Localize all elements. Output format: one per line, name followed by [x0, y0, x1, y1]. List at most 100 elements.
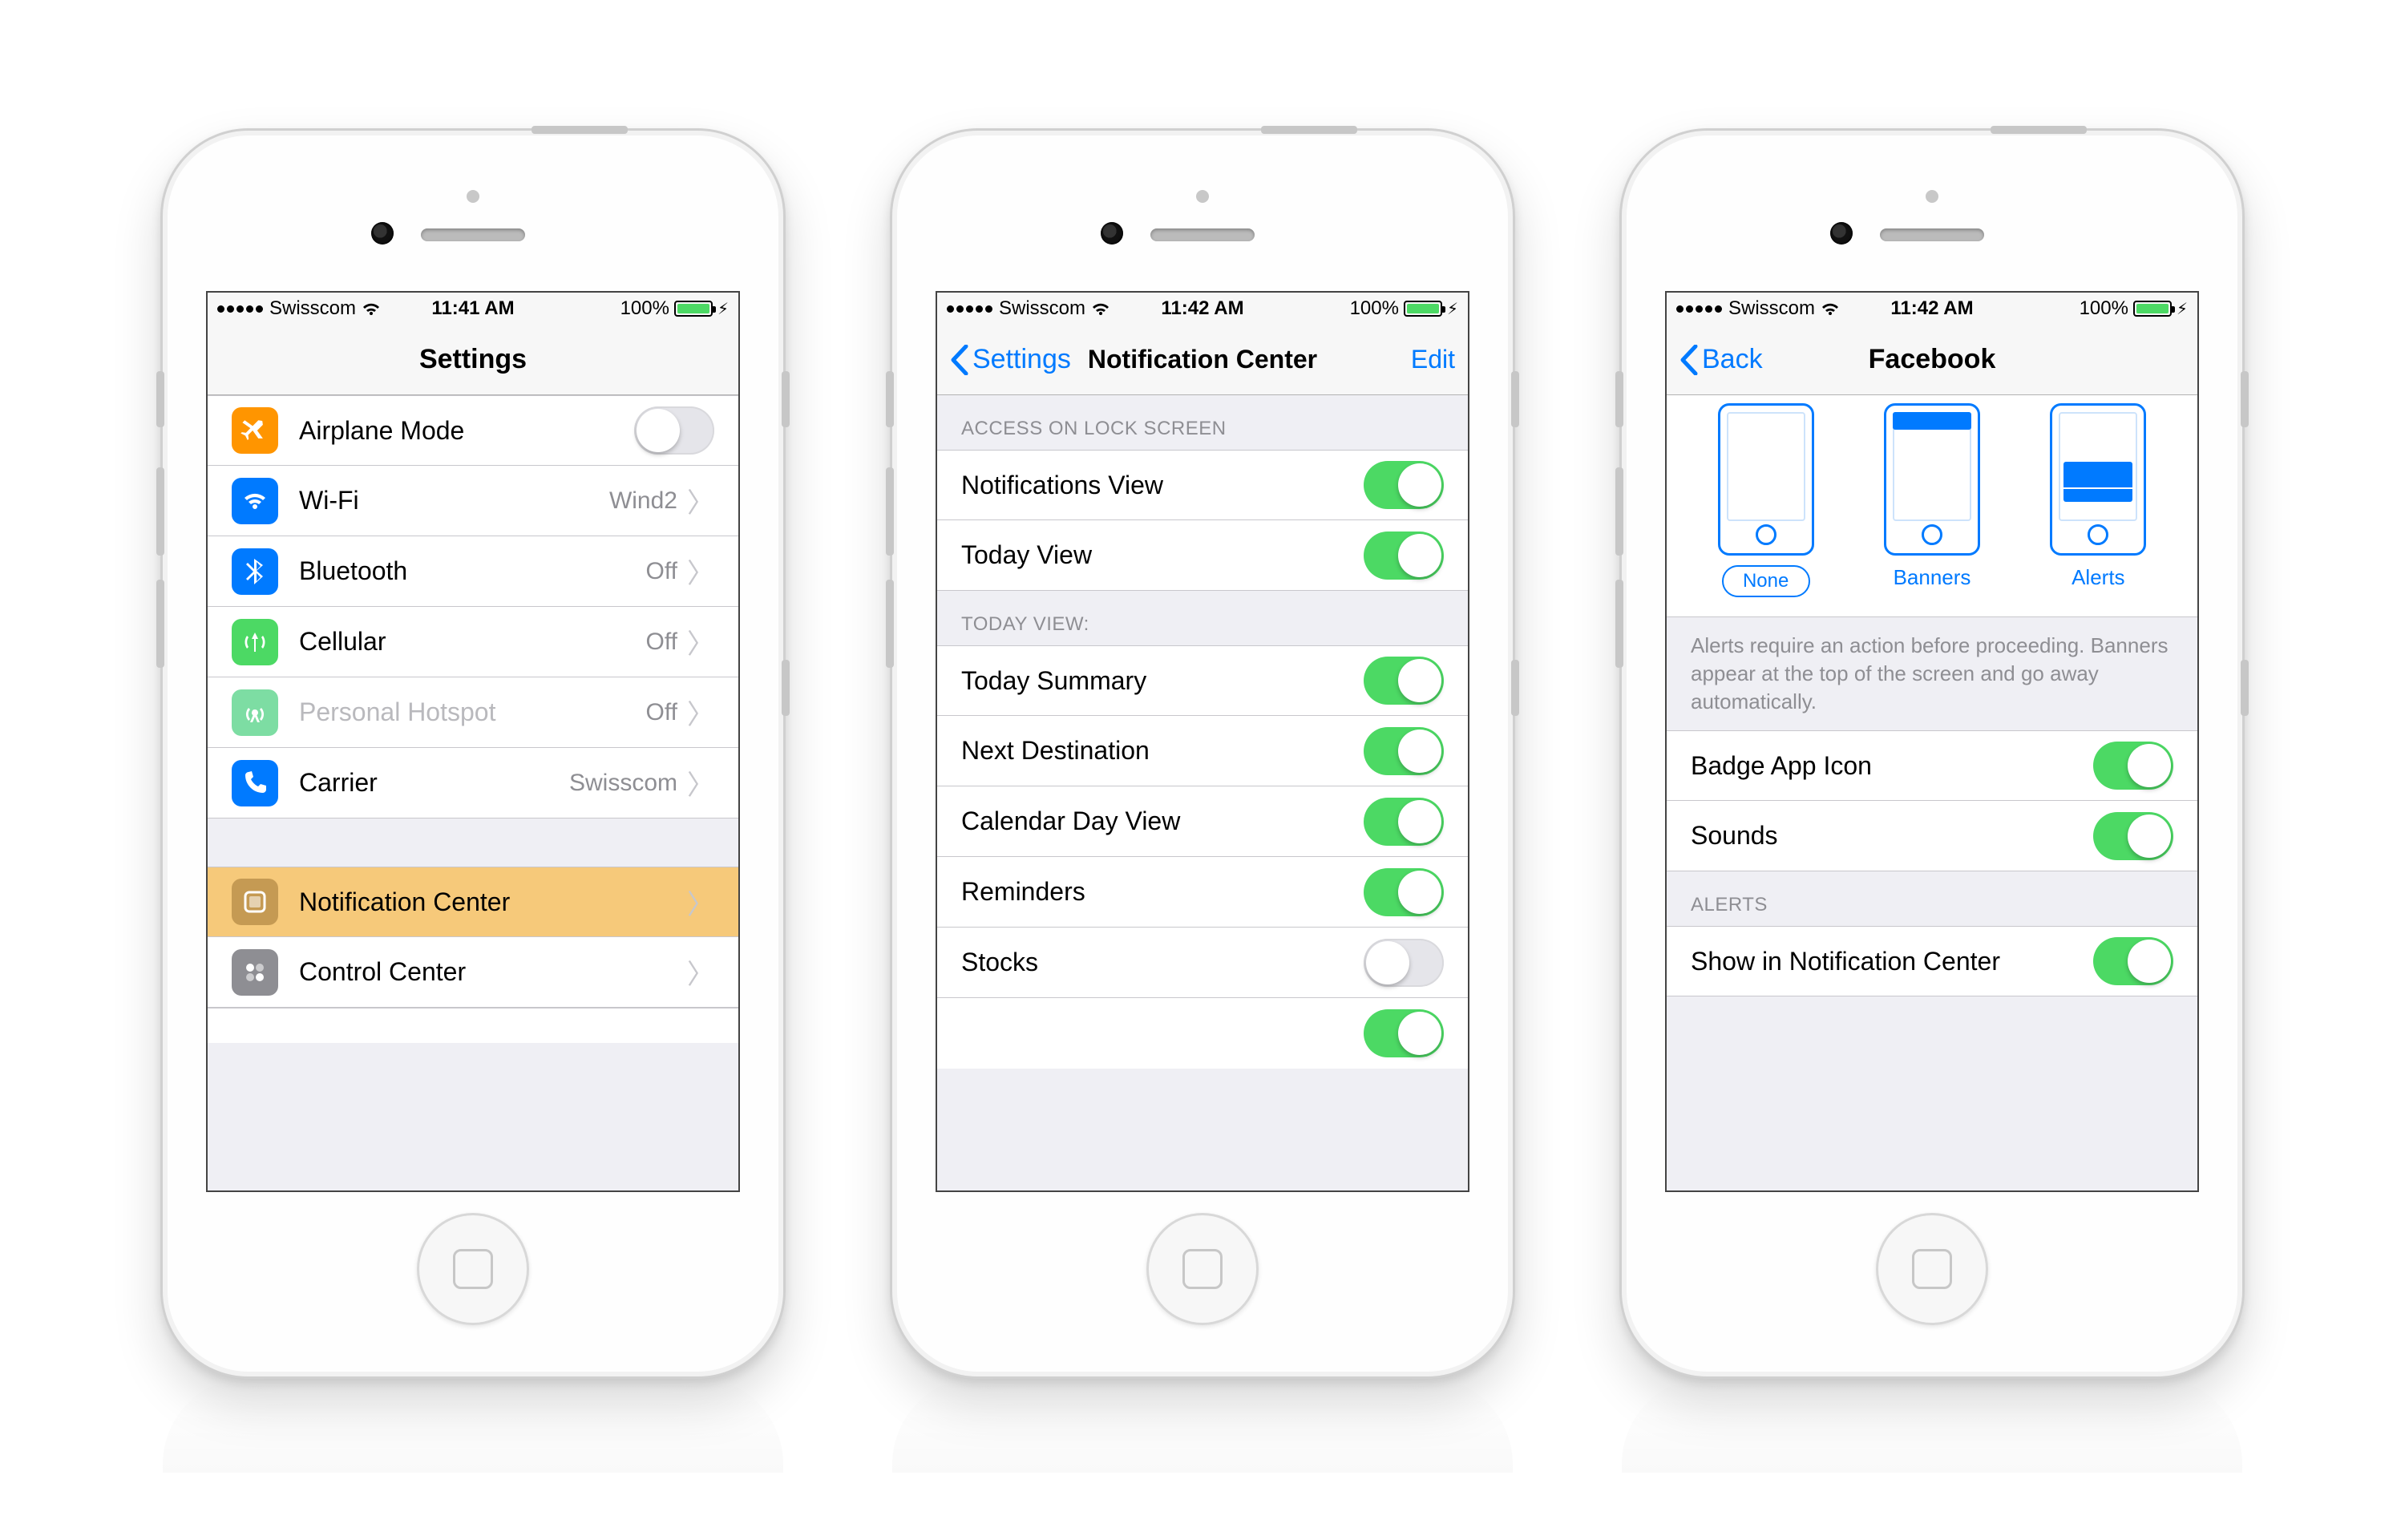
toggle-switch[interactable]	[2093, 742, 2173, 790]
row-value: Wind2	[609, 487, 677, 515]
back-button[interactable]: Settings	[950, 344, 1071, 375]
toggle-switch[interactable]	[2093, 812, 2173, 860]
row-label: Cellular	[299, 627, 646, 657]
phone-icon	[232, 760, 278, 806]
settings-row-airplane-mode[interactable]: Airplane Mode	[208, 395, 738, 466]
airplane-icon	[232, 407, 278, 454]
page-title: Notification Center	[1088, 345, 1317, 374]
toggle-switch[interactable]	[1364, 657, 1444, 705]
section-header: ALERTS	[1667, 871, 2197, 926]
row-label: Stocks	[961, 948, 1364, 977]
toggle-row-notifications-view[interactable]: Notifications View	[937, 450, 1468, 520]
partial-row	[208, 1008, 738, 1043]
row-label: Today View	[961, 540, 1364, 570]
row-label: Carrier	[299, 768, 569, 798]
toggle-switch[interactable]	[1364, 1009, 1444, 1057]
row-label: Reminders	[961, 877, 1364, 907]
home-button[interactable]	[1146, 1213, 1259, 1325]
toggle-switch[interactable]	[1364, 461, 1444, 509]
toggle-row-stocks[interactable]: Stocks	[937, 928, 1468, 998]
toggle-row-calendar-day-view[interactable]: Calendar Day View	[937, 786, 1468, 857]
status-bar: Swisscom 11:42 AM 100% ⚡︎	[937, 293, 1468, 325]
notif-icon	[232, 879, 278, 925]
battery-percent: 100%	[620, 297, 669, 320]
control-icon	[232, 949, 278, 996]
section-footer: Alerts require an action before proceedi…	[1667, 617, 2197, 730]
toggle-switch[interactable]	[2093, 937, 2173, 985]
charging-icon: ⚡︎	[717, 299, 729, 319]
bluetooth-icon	[232, 548, 278, 595]
toggle-row-today-summary[interactable]: Today Summary	[937, 645, 1468, 716]
row-label: Bluetooth	[299, 556, 646, 586]
chevron-left-icon	[1679, 345, 1699, 375]
alert-style-alerts[interactable]: Alerts	[2050, 403, 2146, 597]
notification-center-screen: Swisscom 11:42 AM 100% ⚡︎ Settings Notif…	[936, 291, 1469, 1192]
battery-icon	[2133, 301, 2172, 317]
toggle-switch[interactable]	[1364, 727, 1444, 775]
carrier-label: Swisscom	[1728, 297, 1815, 320]
row-value: Off	[646, 699, 677, 726]
alert-style-label: None	[1722, 565, 1810, 597]
charging-icon: ⚡︎	[1447, 299, 1458, 319]
toggle-row-sounds[interactable]: Sounds	[1667, 801, 2197, 871]
section-header: ACCESS ON LOCK SCREEN	[937, 395, 1468, 450]
row-label: Airplane Mode	[299, 416, 634, 446]
alert-style-banners[interactable]: Banners	[1884, 403, 1980, 597]
toggle-row-today-view[interactable]: Today View	[937, 520, 1468, 591]
toggle-row-badge-app-icon[interactable]: Badge App Icon	[1667, 730, 2197, 801]
chevron-left-icon	[950, 345, 969, 375]
nav-bar: Back Facebook	[1667, 325, 2197, 395]
wifi-icon	[1820, 301, 1841, 317]
charging-icon: ⚡︎	[2177, 299, 2188, 319]
mini-phone-banner-icon	[1884, 403, 1980, 556]
toggle-switch[interactable]	[634, 406, 714, 455]
home-button[interactable]	[417, 1213, 529, 1325]
page-title: Facebook	[1869, 344, 1996, 375]
toggle-switch[interactable]	[1364, 532, 1444, 580]
battery-icon	[674, 301, 713, 317]
nav-bar: Settings Notification Center Edit	[937, 325, 1468, 395]
edit-button[interactable]: Edit	[1411, 345, 1455, 374]
chevron-right-icon: 〉	[687, 693, 714, 732]
toggle-row-next-destination[interactable]: Next Destination	[937, 716, 1468, 786]
home-button[interactable]	[1876, 1213, 1988, 1325]
partial-row[interactable]: .	[937, 998, 1468, 1069]
toggle-switch[interactable]	[1364, 868, 1444, 916]
toggle-row-reminders[interactable]: Reminders	[937, 857, 1468, 928]
toggle-row-show-in-notification-center[interactable]: Show in Notification Center	[1667, 926, 2197, 996]
toggle-switch[interactable]	[1364, 939, 1444, 987]
phone-mockup-3: Swisscom 11:42 AM 100% ⚡︎ Back Facebook …	[1619, 128, 2245, 1379]
facebook-notif-screen: Swisscom 11:42 AM 100% ⚡︎ Back Facebook …	[1665, 291, 2199, 1192]
settings-row-personal-hotspot[interactable]: Personal HotspotOff 〉	[208, 677, 738, 748]
settings-row-wi-fi[interactable]: Wi-FiWind2〉	[208, 466, 738, 536]
signal-dots-icon	[947, 305, 992, 313]
signal-dots-icon	[217, 305, 263, 313]
row-label: Personal Hotspot	[299, 697, 646, 727]
row-label: Show in Notification Center	[1691, 947, 2093, 976]
page-title: Settings	[419, 344, 527, 375]
row-label: Sounds	[1691, 821, 2093, 851]
settings-row-bluetooth[interactable]: BluetoothOff 〉	[208, 536, 738, 607]
phone-mockup-1: Swisscom 11:41 AM 100% ⚡︎ Settings Airpl…	[160, 128, 786, 1379]
back-button[interactable]: Back	[1679, 344, 1763, 375]
toggle-switch[interactable]	[1364, 798, 1444, 846]
row-label: Next Destination	[961, 736, 1364, 766]
settings-screen: Swisscom 11:41 AM 100% ⚡︎ Settings Airpl…	[206, 291, 740, 1192]
row-value: Off	[646, 629, 677, 656]
settings-row-control-center[interactable]: Control Center〉	[208, 937, 738, 1008]
wifi-icon	[361, 301, 382, 317]
row-label: Wi-Fi	[299, 486, 609, 515]
mini-phone-alert-icon	[2050, 403, 2146, 556]
alert-style-picker: None Banners Alerts	[1667, 395, 2197, 617]
alert-style-none[interactable]: None	[1718, 403, 1814, 597]
signal-dots-icon	[1676, 305, 1722, 313]
row-value: Off	[646, 558, 677, 585]
settings-row-carrier[interactable]: CarrierSwisscom 〉	[208, 748, 738, 819]
chevron-right-icon: 〉	[687, 552, 714, 591]
row-label: Badge App Icon	[1691, 751, 2093, 781]
settings-row-cellular[interactable]: CellularOff 〉	[208, 607, 738, 677]
chevron-right-icon: 〉	[687, 763, 714, 802]
row-value: Swisscom	[569, 770, 677, 797]
chevron-right-icon: 〉	[687, 622, 714, 661]
settings-row-notification-center[interactable]: Notification Center〉	[208, 867, 738, 937]
